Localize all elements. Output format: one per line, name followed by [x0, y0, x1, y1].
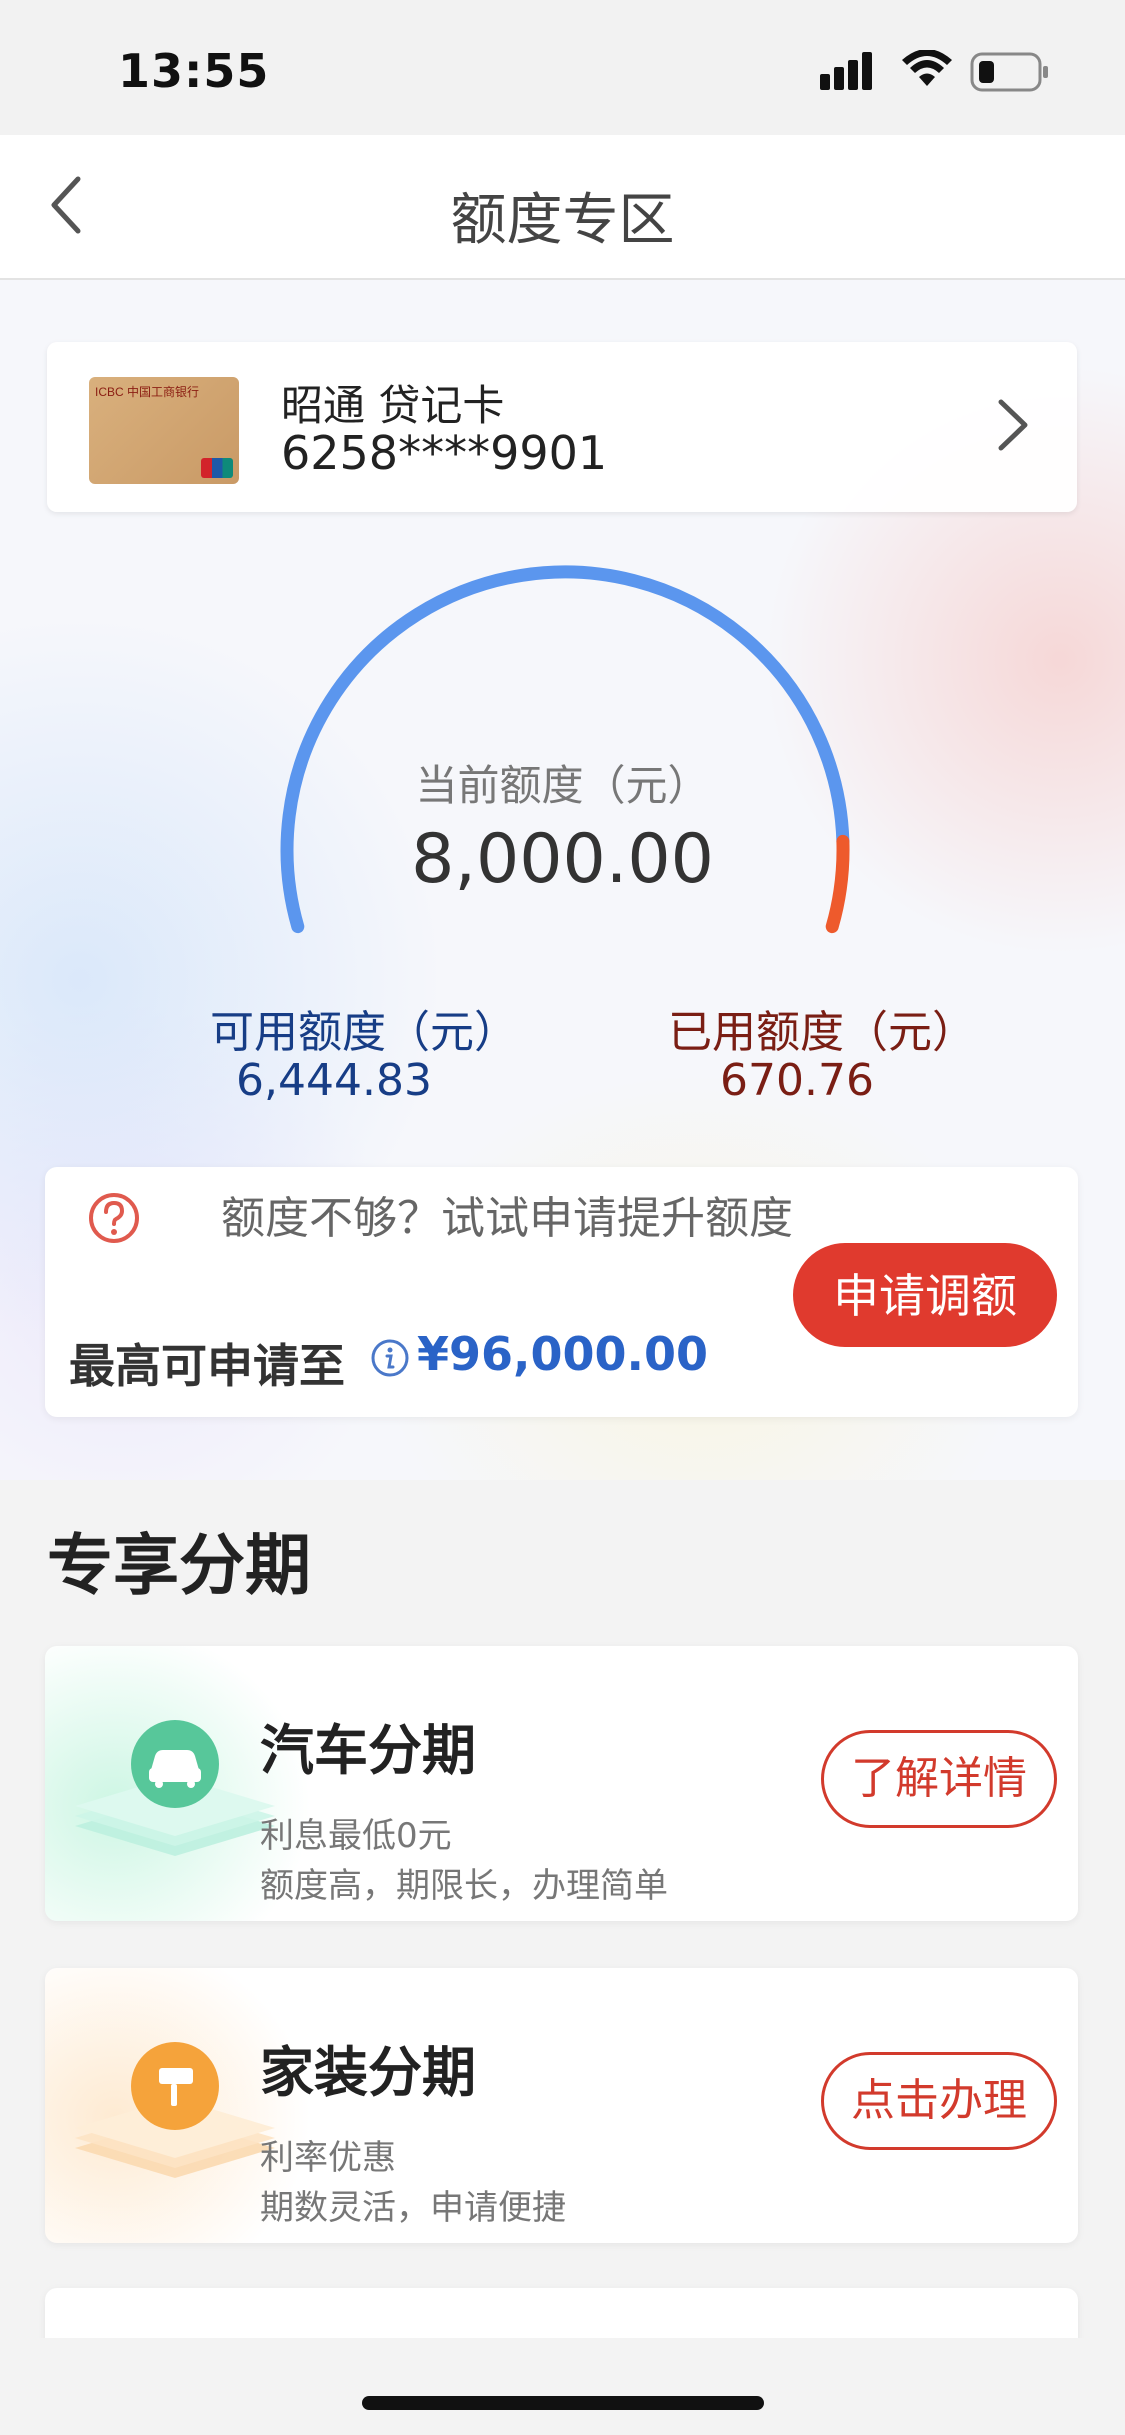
paint-roller-icon	[75, 2042, 275, 2178]
home-apply-button[interactable]: 点击办理	[821, 2052, 1057, 2150]
chevron-right-icon	[998, 399, 1028, 451]
max-apply-label: 最高可申请至	[69, 1339, 345, 1393]
raise-limit-text: 额度不够？试试申请提升额度	[221, 1193, 793, 1244]
home-installment-title: 家装分期	[260, 2041, 476, 2104]
home-installment-card[interactable]: 家装分期 利率优惠 期数灵活，申请便捷 点击办理	[45, 1968, 1078, 2243]
card-name: 昭通 贷记卡	[281, 381, 505, 430]
wifi-icon	[902, 50, 952, 86]
home-installment-description: 期数灵活，申请便捷	[260, 2188, 566, 2228]
card-thumbnail: ICBC 中国工商银行	[89, 377, 239, 484]
page-title: 额度专区	[450, 188, 675, 253]
max-apply-value: ¥96,000.00	[417, 1327, 709, 1381]
used-limit-value: 670.76	[720, 1055, 874, 1106]
card-selector[interactable]: ICBC 中国工商银行 昭通 贷记卡 6258****9901	[47, 342, 1077, 512]
bottom-bar	[0, 2338, 1125, 2435]
card-bank-text: ICBC 中国工商银行	[95, 385, 200, 399]
home-indicator[interactable]	[362, 2396, 764, 2410]
raise-limit-card: 额度不够？试试申请提升额度 最高可申请至 ¥96,000.00 申请调额	[45, 1167, 1078, 1417]
car-icon	[75, 1720, 275, 1856]
battery-icon	[970, 52, 1048, 92]
unionpay-logo-icon	[201, 458, 233, 478]
info-icon[interactable]	[370, 1338, 410, 1378]
nav-bar: 额度专区	[0, 135, 1125, 280]
status-time: 13:55	[118, 44, 270, 98]
used-limit-label: 已用额度（元）	[668, 1007, 976, 1058]
card-number: 6258****9901	[281, 426, 608, 480]
available-limit-label: 可用额度（元）	[210, 1007, 518, 1058]
apply-adjust-button[interactable]: 申请调额	[793, 1243, 1057, 1347]
current-limit-label: 当前额度（元）	[415, 761, 710, 810]
current-limit-value: 8,000.00	[411, 820, 714, 899]
car-learn-more-button[interactable]: 了解详情	[821, 1730, 1057, 1828]
car-installment-card[interactable]: 汽车分期 利息最低0元 额度高，期限长，办理简单 了解详情	[45, 1646, 1078, 1921]
available-limit-value: 6,444.83	[236, 1055, 432, 1106]
home-installment-subtitle: 利率优惠	[260, 2138, 396, 2178]
car-installment-subtitle: 利息最低0元	[260, 1816, 452, 1856]
signal-icon	[820, 52, 872, 90]
car-installment-description: 额度高，期限长，办理简单	[260, 1866, 668, 1906]
section-title: 专享分期	[47, 1527, 311, 1604]
car-installment-title: 汽车分期	[260, 1719, 476, 1782]
status-bar: 13:55	[0, 0, 1125, 135]
